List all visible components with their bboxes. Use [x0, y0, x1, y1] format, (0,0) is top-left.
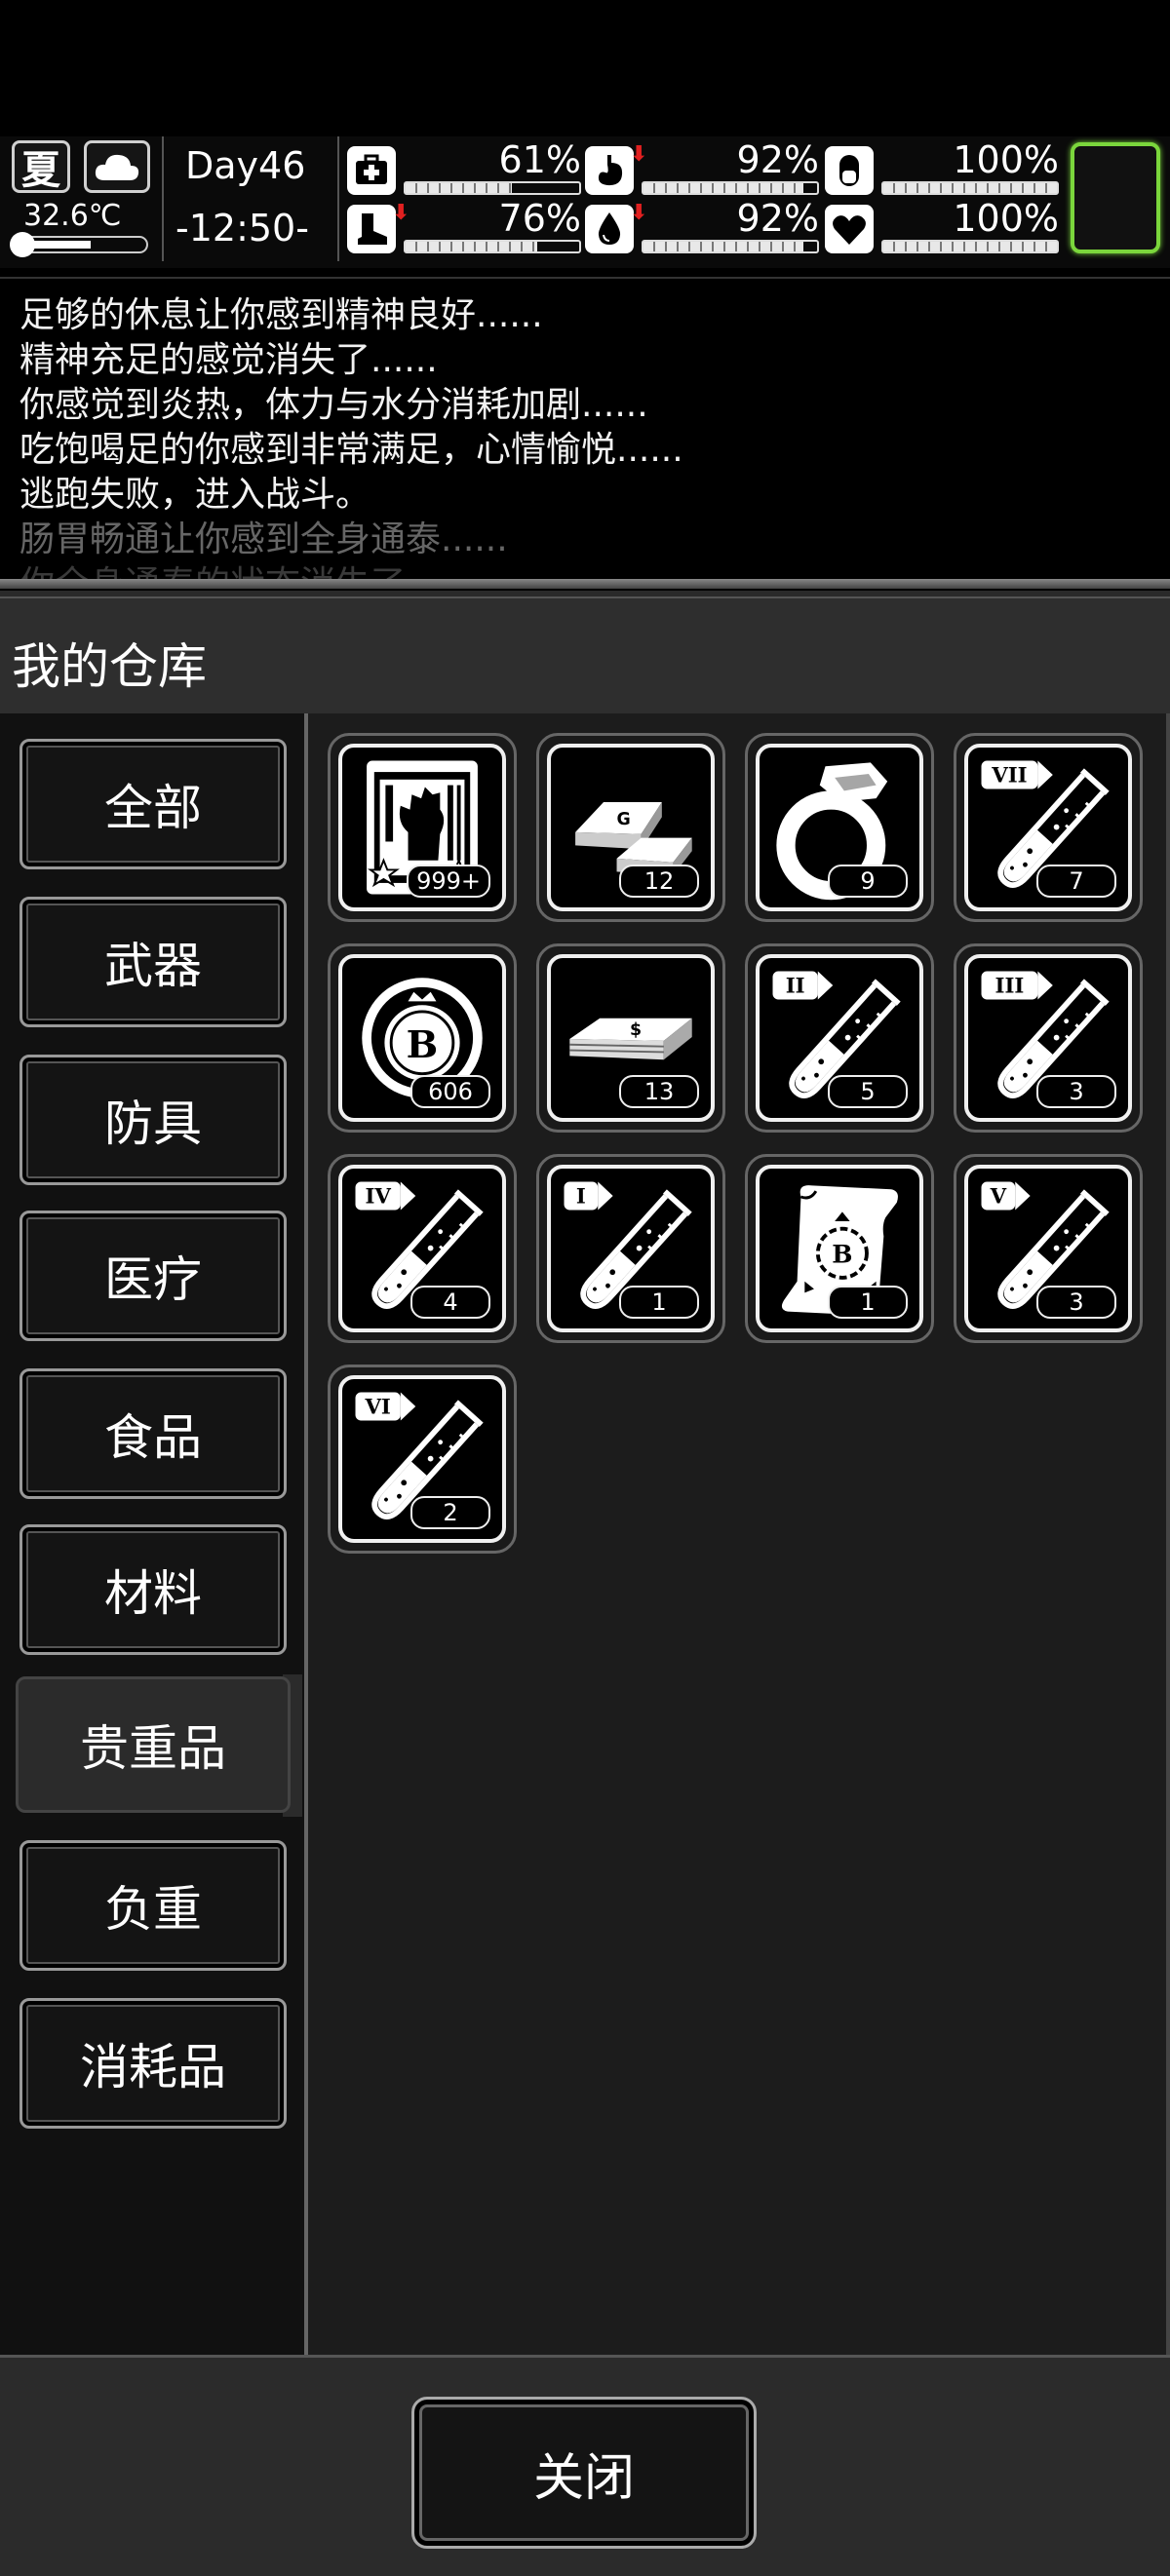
panel-header: 我的仓库	[0, 596, 1170, 720]
svg-text:VI: VI	[364, 1396, 390, 1420]
water-drop-icon	[585, 205, 634, 253]
svg-text:VII: VII	[991, 764, 1027, 788]
close-button[interactable]: 关闭	[411, 2397, 757, 2549]
thirst-value: 92%	[736, 197, 819, 240]
item-slot[interactable]: III 3	[954, 943, 1143, 1133]
item-slot[interactable]: IV 4	[328, 1154, 517, 1343]
status-hud: 夏 32.6℃ Day46 -12:50- 61% ⬇ 92% 100% ⬇ 7…	[0, 136, 1170, 268]
pill-icon	[825, 146, 874, 195]
svg-text:G: G	[617, 810, 631, 829]
svg-text:$: $	[630, 1020, 642, 1040]
item-count: 1	[619, 1286, 699, 1319]
svg-text:III: III	[995, 975, 1025, 999]
hunger-down-arrow: ⬇	[630, 142, 648, 167]
item-slot[interactable]: $ 13	[536, 943, 725, 1133]
item-count: 13	[619, 1075, 699, 1108]
equipment-slot[interactable]	[1071, 142, 1160, 253]
item-count: 3	[1036, 1075, 1116, 1108]
stamina-stat: ⬇ 76%	[347, 197, 581, 261]
svg-text:B: B	[407, 1023, 439, 1067]
item-grid: 999+ G 12 9 VII 7 B 606 $ 13 II 5 III 3 …	[304, 713, 1170, 2357]
item-count: 2	[410, 1496, 490, 1529]
game-clock: -12:50-	[176, 207, 309, 250]
category-consumables[interactable]: 消耗品	[20, 1998, 287, 2129]
category-materials[interactable]: 材料	[20, 1524, 287, 1655]
category-weapons[interactable]: 武器	[20, 897, 287, 1027]
svg-text:B: B	[832, 1239, 852, 1268]
svg-text:IV: IV	[365, 1185, 391, 1210]
category-valuables[interactable]: 贵重品	[16, 1676, 291, 1813]
item-slot[interactable]: B 1	[745, 1154, 934, 1343]
item-count: 7	[1036, 865, 1116, 898]
health-stat: 61%	[347, 138, 581, 203]
mood-stat: 100%	[825, 197, 1059, 261]
item-slot[interactable]: 9	[745, 733, 934, 922]
item-count: 12	[619, 865, 699, 898]
message-log: 足够的休息让你感到精神良好...... 精神充足的感觉消失了...... 你感觉…	[0, 277, 1170, 583]
item-count: 606	[410, 1075, 490, 1108]
season-label: 夏	[21, 148, 60, 193]
pill-value: 100%	[953, 138, 1059, 181]
log-line: 精神充足的感觉消失了......	[20, 340, 438, 380]
medkit-icon	[347, 146, 396, 195]
stomach-icon	[585, 146, 634, 195]
category-all[interactable]: 全部	[20, 739, 287, 869]
item-slot[interactable]: V 3	[954, 1154, 1143, 1343]
health-value: 61%	[498, 138, 581, 181]
log-line: 你感觉到炎热，体力与水分消耗加剧......	[20, 385, 648, 425]
log-divider	[0, 579, 1170, 589]
pill-stat: 100%	[825, 138, 1059, 203]
day-counter: Day46	[185, 144, 306, 187]
item-count: 999+	[407, 865, 490, 898]
svg-text:V: V	[990, 1185, 1007, 1210]
heart-icon	[825, 205, 874, 253]
item-slot[interactable]: VI 2	[328, 1365, 517, 1554]
item-count: 5	[828, 1075, 908, 1108]
temperature-readout: 32.6℃	[23, 199, 122, 233]
category-food[interactable]: 食品	[20, 1368, 287, 1499]
stamina-value: 76%	[498, 197, 581, 240]
hunger-stat: ⬇ 92%	[585, 138, 819, 203]
log-line: 逃跑失败，进入战斗。	[20, 475, 371, 515]
category-medical[interactable]: 医疗	[20, 1211, 287, 1341]
thermometer-bar	[10, 232, 148, 257]
item-slot[interactable]: II 5	[745, 943, 934, 1133]
item-count: 9	[828, 865, 908, 898]
item-slot[interactable]: B 606	[328, 943, 517, 1133]
svg-text:I: I	[576, 1185, 586, 1210]
stamina-down-arrow: ⬇	[392, 201, 410, 225]
category-armor[interactable]: 防具	[20, 1055, 287, 1185]
mood-value: 100%	[953, 197, 1059, 240]
boot-icon	[347, 205, 396, 253]
panel-footer: 关闭	[0, 2355, 1170, 2576]
log-line: 足够的休息让你感到精神良好......	[20, 295, 543, 335]
item-count: 1	[828, 1286, 908, 1319]
warehouse-panel: 我的仓库 全部 武器 防具 医疗 食品 材料 贵重品 负重 消耗品 999+ G…	[0, 591, 1170, 2576]
cloud-icon	[84, 140, 150, 193]
category-sidebar: 全部 武器 防具 医疗 食品 材料 贵重品 负重 消耗品	[0, 713, 304, 2357]
item-slot[interactable]: I 1	[536, 1154, 725, 1343]
thirst-stat: ⬇ 92%	[585, 197, 819, 261]
log-line: 吃饱喝足的你感到非常满足，心情愉悦......	[20, 430, 683, 470]
category-carry[interactable]: 负重	[20, 1840, 287, 1971]
svg-text:II: II	[786, 975, 805, 999]
log-line: 肠胃畅通让你感到全身通泰......	[20, 519, 508, 559]
item-count: 4	[410, 1286, 490, 1319]
panel-title: 我的仓库	[12, 638, 207, 695]
season-badge: 夏	[12, 140, 70, 193]
item-slot[interactable]: G 12	[536, 733, 725, 922]
item-count: 3	[1036, 1286, 1116, 1319]
hunger-value: 92%	[736, 138, 819, 181]
item-slot[interactable]: VII 7	[954, 733, 1143, 922]
thirst-down-arrow: ⬇	[630, 201, 648, 225]
item-slot[interactable]: 999+	[328, 733, 517, 922]
